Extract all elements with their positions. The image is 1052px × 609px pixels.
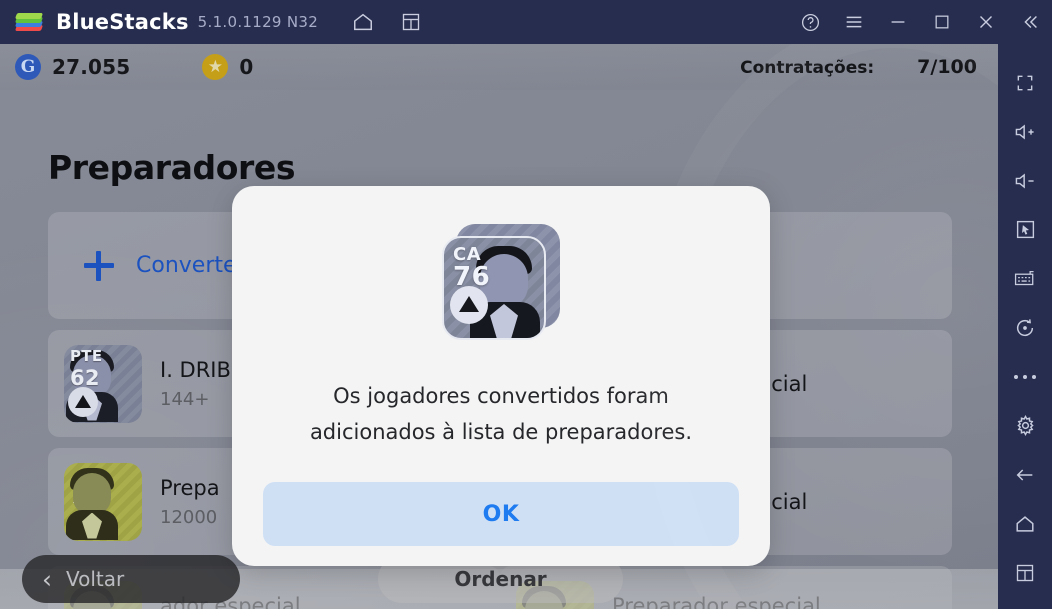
conversion-success-dialog: CA 76 Os jogadores convertidos foram adi…	[232, 186, 770, 566]
game-screen: G 27.055 ★ 0 Contratações: 7/100 Prepara…	[0, 44, 998, 609]
bluestacks-sidebar	[998, 44, 1052, 609]
app-name: BlueStacks	[56, 10, 189, 34]
ok-button[interactable]: OK	[263, 482, 739, 546]
help-icon[interactable]	[794, 6, 826, 38]
bluestacks-window: BlueStacks 5.1.0.1129 N32 G 27.055 ★ 0 C…	[0, 0, 1052, 609]
app-version: 5.1.0.1129 N32	[197, 13, 319, 31]
collapse-sidebar-icon[interactable]	[1014, 6, 1046, 38]
minimize-icon[interactable]	[882, 6, 914, 38]
list-item-name: special	[734, 371, 808, 396]
volume-up-icon[interactable]	[998, 107, 1052, 156]
window-controls	[794, 6, 1052, 38]
more-options-icon[interactable]	[998, 352, 1052, 401]
hamburger-menu-icon[interactable]	[838, 6, 870, 38]
settings-gear-icon[interactable]	[998, 401, 1052, 450]
fullscreen-icon[interactable]	[998, 58, 1052, 107]
converted-player-card-icon: CA 76	[442, 224, 560, 342]
keyboard-controls-icon[interactable]	[998, 254, 1052, 303]
pointer-mode-icon[interactable]	[998, 205, 1052, 254]
multi-instance-icon[interactable]	[392, 3, 430, 41]
modal-message-line2: adicionados à lista de preparadores.	[309, 420, 693, 444]
hires-counter: Contratações: 7/100	[740, 56, 998, 78]
back-arrow-icon[interactable]	[998, 450, 1052, 499]
home-icon[interactable]	[998, 499, 1052, 548]
volume-down-icon[interactable]	[998, 156, 1052, 205]
hires-value: 7/100	[917, 56, 977, 78]
bluestacks-logo-icon	[14, 7, 44, 37]
upgrade-badge-icon	[450, 286, 488, 324]
modal-message-line1: Os jogadores convertidos foram	[333, 384, 669, 408]
close-icon[interactable]	[970, 6, 1002, 38]
list-item-name: special	[734, 489, 808, 514]
maximize-icon[interactable]	[926, 6, 958, 38]
home-icon[interactable]	[344, 3, 382, 41]
modal-card-position: CA 76	[453, 244, 491, 292]
rotate-screen-icon[interactable]	[998, 303, 1052, 352]
titlebar: BlueStacks 5.1.0.1129 N32	[0, 0, 1052, 44]
recent-apps-icon[interactable]	[998, 548, 1052, 597]
modal-message: Os jogadores convertidos foram adicionad…	[271, 378, 731, 450]
